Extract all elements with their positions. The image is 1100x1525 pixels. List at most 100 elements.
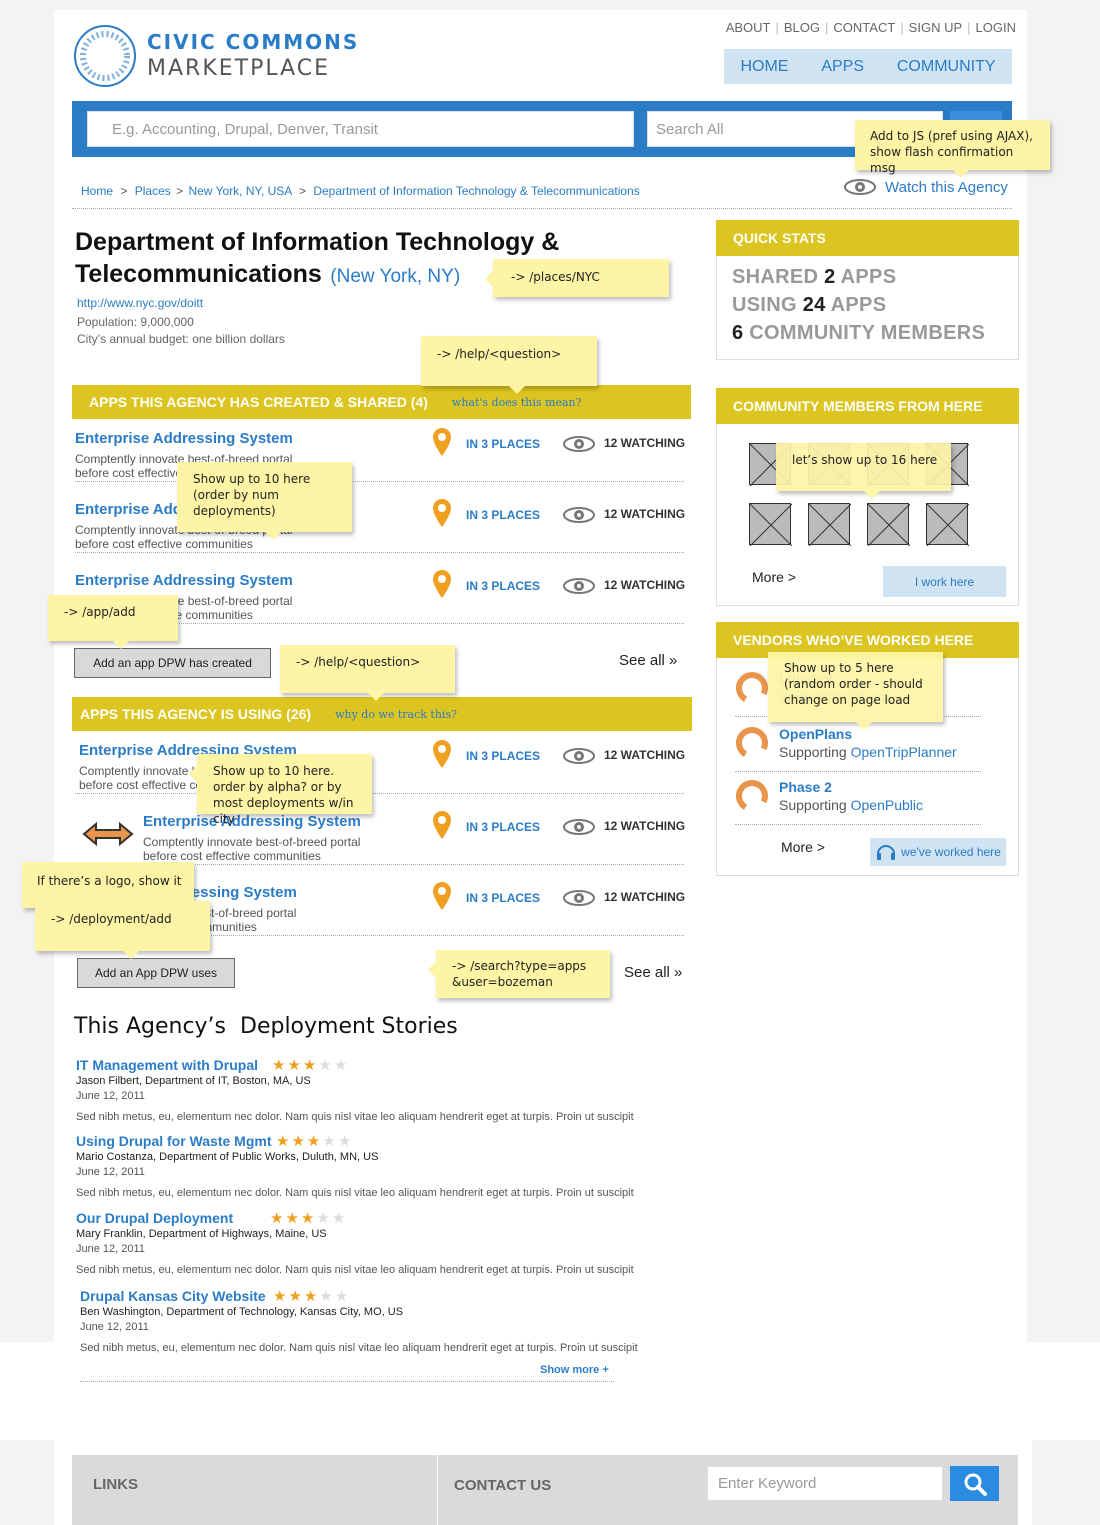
location-pin-icon [433, 428, 451, 456]
author-name[interactable]: Mario Costanza [76, 1151, 153, 1163]
stat-label: APPS [835, 266, 897, 288]
eye-icon [563, 890, 595, 906]
vendors-more-link[interactable]: More > [781, 839, 825, 855]
footer-contact-title: CONTACT US [454, 1477, 552, 1494]
watching-eye[interactable] [562, 747, 596, 770]
watching-eye[interactable] [562, 506, 596, 529]
vendor-name-link[interactable]: OpenPlans [779, 726, 852, 742]
see-all-used-link[interactable]: See all » [624, 964, 682, 981]
watching-count: 12 WATCHING [604, 436, 686, 450]
help-link[interactable]: why do we track this? [335, 708, 457, 721]
vendor-logo[interactable] [735, 726, 769, 765]
places-count-link[interactable]: IN 3 PLACES [466, 508, 540, 522]
section-header-created: APPS THIS AGENCY HAS CREATED & SHARED (4… [72, 385, 691, 419]
vendor-logo-icon [736, 672, 768, 704]
app-logo-icon [82, 821, 134, 847]
story-title-link[interactable]: Drupal Kansas City Website [80, 1288, 266, 1304]
star-icon: ★ [291, 1133, 307, 1150]
places-suffix: PLACES [488, 579, 541, 593]
watching-count: 12 WATCHING [604, 890, 686, 904]
top-link-signup[interactable]: SIGN UP [909, 20, 962, 35]
nav-community[interactable]: COMMUNITY [897, 58, 996, 76]
author-org: , Department of Highways, Maine, US [142, 1228, 327, 1240]
top-links: ABOUT | BLOG | CONTACT | SIGN UP | LOGIN [725, 20, 1016, 35]
breadcrumb-home[interactable]: Home [81, 184, 113, 198]
member-avatar[interactable] [926, 503, 969, 546]
star-icon: ★ [300, 1210, 317, 1227]
location-pin [431, 427, 453, 462]
show-more-link[interactable]: Show more + [540, 1364, 609, 1376]
watching-eye[interactable] [562, 577, 596, 600]
add-used-app-button[interactable]: Add an App DPW uses [77, 958, 235, 988]
avatar-placeholder-icon [868, 504, 910, 546]
nav-home[interactable]: HOME [740, 58, 788, 76]
add-created-app-button[interactable]: Add an app DPW has created [74, 648, 271, 678]
app-title-link[interactable]: Enterprise Addressing System [75, 572, 293, 589]
story-title-link[interactable]: Using Drupal for Waste Mgmt [76, 1133, 272, 1149]
watching-eye[interactable] [562, 818, 596, 841]
breadcrumb-places[interactable]: Places [135, 184, 171, 198]
nav-apps[interactable]: APPS [821, 58, 864, 76]
author-name[interactable]: Ben Washington [80, 1306, 160, 1318]
story-excerpt: Sed nibh metus, eu, elementum nec dolor.… [76, 1111, 634, 1123]
breadcrumb-agency[interactable]: Department of Information Technology & T… [313, 184, 639, 198]
top-link-blog[interactable]: BLOG [784, 20, 820, 35]
story-author: Jason Filbert, Department of IT, Boston,… [76, 1075, 311, 1087]
footer-search-button[interactable] [950, 1466, 999, 1501]
story-title-link[interactable]: IT Management with Drupal [76, 1057, 258, 1073]
story-date: June 12, 2011 [76, 1166, 145, 1178]
divider [72, 208, 1012, 209]
watching-eye[interactable] [562, 435, 596, 458]
breadcrumb-sep: > [176, 184, 184, 198]
member-avatar[interactable] [749, 503, 792, 546]
note-help-1: -> /help/<question> [421, 336, 597, 394]
author-name[interactable]: Jason Filbert [76, 1075, 139, 1087]
note-up-to-10: Show up to 10 here (order by num deploym… [177, 462, 352, 540]
agency-place-link[interactable]: (New York, NY) [330, 266, 460, 287]
weve-worked-here-button[interactable]: we've worked here [870, 838, 1006, 866]
logo[interactable]: CIVIC COMMONS MARKETPLACE [73, 24, 363, 90]
places-count-link[interactable]: IN 3 PLACES [466, 820, 540, 834]
member-avatar[interactable] [808, 503, 851, 546]
supported-app-link[interactable]: OpenTripPlanner [851, 744, 957, 760]
stat-label: SHARED [732, 266, 825, 288]
app-title-link[interactable]: Enterprise Addressing System [143, 813, 361, 830]
keyword-input[interactable]: Enter Keyword [707, 1466, 943, 1501]
rating-stars: ★★★★★ [270, 1209, 347, 1227]
places-suffix: PLACES [488, 437, 541, 451]
places-count-link[interactable]: IN 3 PLACES [466, 749, 540, 763]
vendor-logo-icon [736, 727, 768, 759]
places-prefix: IN [466, 891, 482, 905]
top-link-about[interactable]: ABOUT [726, 20, 771, 35]
top-link-contact[interactable]: CONTACT [833, 20, 895, 35]
app-title-link[interactable]: Enterprise Addressing System [75, 430, 293, 447]
location-pin-icon [433, 499, 451, 527]
vendor-logo[interactable] [735, 779, 769, 818]
member-avatar[interactable] [867, 503, 910, 546]
search-input[interactable]: E.g. Accounting, Drupal, Denver, Transit [87, 111, 634, 147]
places-count-link[interactable]: IN 3 PLACES [466, 437, 540, 451]
watching-eye[interactable] [562, 889, 596, 912]
author-org: , Department of Technology, Kansas City,… [160, 1306, 404, 1318]
agency-budget: City’s annual budget: one billion dollar… [77, 332, 285, 346]
top-link-login[interactable]: LOGIN [976, 20, 1016, 35]
watch-agency-link[interactable]: Watch this Agency [843, 176, 1013, 198]
vendor-logo[interactable] [735, 671, 769, 710]
author-name[interactable]: Mary Franklin [76, 1228, 143, 1240]
stat-number: 6 [732, 322, 744, 344]
i-work-here-button[interactable]: I work here [883, 566, 1006, 597]
places-count-link[interactable]: IN 3 PLACES [466, 891, 540, 905]
agency-url[interactable]: http://www.nyc.gov/doitt [77, 296, 203, 310]
vendor-name-link[interactable]: Phase 2 [779, 779, 832, 795]
see-all-created-link[interactable]: See all » [619, 652, 677, 669]
story-author: Ben Washington, Department of Technology… [80, 1306, 403, 1318]
divider [80, 1381, 614, 1382]
places-suffix: PLACES [488, 508, 541, 522]
breadcrumb-city[interactable]: New York, NY, USA [188, 184, 291, 198]
places-count-link[interactable]: IN 3 PLACES [466, 579, 540, 593]
note-vendors-5: Show up to 5 here (random order - should… [768, 652, 943, 730]
star-icon: ★ [322, 1133, 338, 1150]
supported-app-link[interactable]: OpenPublic [851, 797, 923, 813]
story-title-link[interactable]: Our Drupal Deployment [76, 1210, 233, 1226]
members-more-link[interactable]: More > [752, 569, 796, 585]
